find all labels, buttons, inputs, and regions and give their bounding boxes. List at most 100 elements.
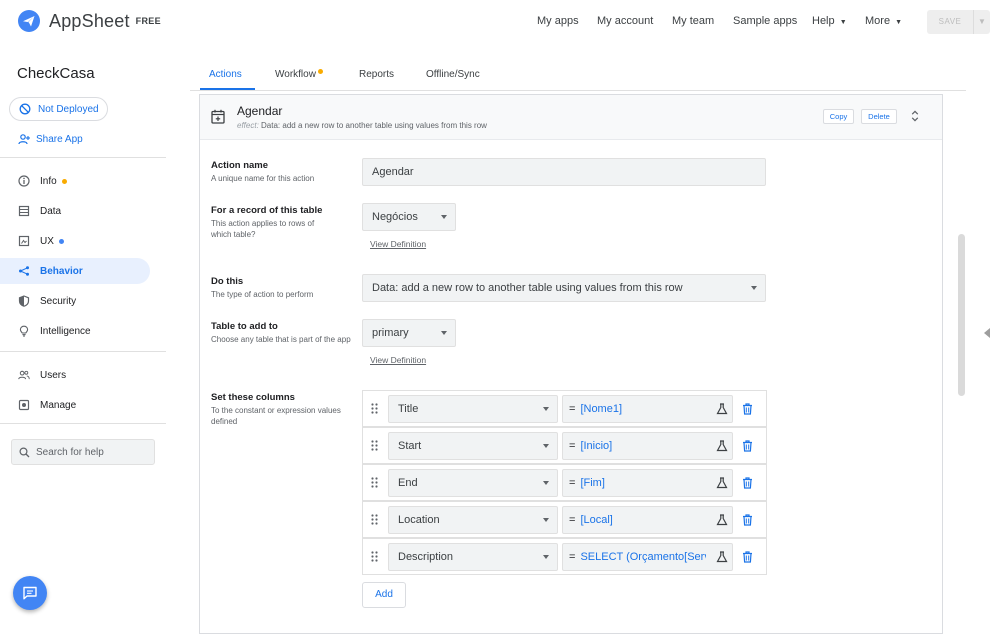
drag-handle-icon[interactable] <box>371 551 378 562</box>
collapse-toggle-icon[interactable] <box>911 110 919 122</box>
trash-icon[interactable] <box>742 477 753 489</box>
flask-icon[interactable] <box>716 514 728 526</box>
save-dropdown-chevron-icon[interactable]: ▼ <box>973 10 990 34</box>
sidebar-item-users[interactable]: Users <box>0 362 150 388</box>
do-this-select[interactable]: Data: add a new row to another table usi… <box>362 274 766 302</box>
tab-offline-sync[interactable]: Offline/Sync <box>426 69 480 80</box>
drag-handle-icon[interactable] <box>371 440 378 451</box>
sidebar-item-info[interactable]: Info <box>0 168 150 194</box>
action-header[interactable]: Agendar effect: Data: add a new row to a… <box>200 95 942 140</box>
record-table-sub: This action applies to rows of which tab… <box>211 219 315 239</box>
expression-input[interactable]: = [Local] <box>562 506 733 534</box>
drag-handle-icon[interactable] <box>371 514 378 525</box>
tab-workflow-label: Workflow <box>275 69 316 80</box>
deploy-status-button[interactable]: Not Deployed <box>9 97 108 121</box>
do-this-label: Do this <box>211 276 244 287</box>
deploy-status-label: Not Deployed <box>38 103 99 115</box>
drag-handle-icon[interactable] <box>371 403 378 414</box>
chevron-down-icon <box>543 518 549 522</box>
sidebar-item-data[interactable]: Data <box>0 198 150 224</box>
flask-icon[interactable] <box>716 403 728 415</box>
column-name: Location <box>398 514 440 526</box>
nav-my-team[interactable]: My team <box>672 15 714 27</box>
action-editor-card: Agendar effect: Data: add a new row to a… <box>199 94 943 634</box>
chevron-down-icon <box>543 481 549 485</box>
chevron-down-icon <box>543 407 549 411</box>
record-table-value: Negócios <box>372 211 418 223</box>
record-table-select[interactable]: Negócios <box>362 203 456 231</box>
sidebar-item-ux[interactable]: UX <box>0 228 150 254</box>
equals-sign: = <box>569 551 576 563</box>
users-icon <box>18 369 30 381</box>
trash-icon[interactable] <box>742 440 753 452</box>
sidebar-item-behavior[interactable]: Behavior <box>0 258 150 284</box>
sidebar-item-intelligence[interactable]: Intelligence <box>0 318 150 344</box>
nav-more[interactable]: More ▼ <box>865 15 902 27</box>
sidebar-item-manage[interactable]: Manage <box>0 392 150 418</box>
effect-text: Data: add a new row to another table usi… <box>261 121 487 130</box>
trash-icon[interactable] <box>742 514 753 526</box>
search-placeholder: Search for help <box>36 446 104 458</box>
do-this-sub: The type of action to perform <box>211 290 314 299</box>
view-definition-link[interactable]: View Definition <box>370 239 426 249</box>
share-app-link[interactable]: Share App <box>18 133 83 145</box>
action-name-sub: A unique name for this action <box>211 174 315 183</box>
panel-expand-caret-icon[interactable] <box>984 328 990 338</box>
info-icon <box>18 175 30 187</box>
tab-reports[interactable]: Reports <box>359 69 394 80</box>
sidebar-item-label: Intelligence <box>40 325 91 337</box>
copy-button[interactable]: Copy <box>823 109 854 124</box>
column-select[interactable]: End <box>388 469 558 497</box>
chat-icon <box>23 586 37 600</box>
trash-icon[interactable] <box>742 403 753 415</box>
expression-input[interactable]: = SELECT (Orçamento[Servm <box>562 543 733 571</box>
column-select[interactable]: Location <box>388 506 558 534</box>
sidebar-item-label: Users <box>40 369 67 381</box>
drag-handle-icon[interactable] <box>371 477 378 488</box>
column-select[interactable]: Title <box>388 395 558 423</box>
flask-icon[interactable] <box>716 477 728 489</box>
chevron-down-icon <box>543 555 549 559</box>
sidebar-item-security[interactable]: Security <box>0 288 150 314</box>
data-icon <box>18 205 30 217</box>
search-icon <box>19 446 30 457</box>
column-select[interactable]: Description <box>388 543 558 571</box>
chat-button[interactable] <box>13 576 47 610</box>
flask-icon[interactable] <box>716 551 728 563</box>
status-dot <box>58 238 64 244</box>
brand-logo[interactable]: AppSheet FREE <box>17 9 161 33</box>
effect-label: effect: <box>237 121 259 130</box>
action-effect: effect: Data: add a new row to another t… <box>237 121 487 130</box>
nav-sample-apps[interactable]: Sample apps <box>733 15 797 27</box>
add-column-button[interactable]: Add <box>362 582 406 608</box>
column-name: Description <box>398 551 454 563</box>
expression-input[interactable]: = [Nome1] <box>562 395 733 423</box>
view-definition-link[interactable]: View Definition <box>370 355 426 365</box>
action-name-label: Action name <box>211 160 269 171</box>
column-assignment-row: Description = SELECT (Orçamento[Servm <box>362 538 767 575</box>
chevron-down-icon <box>441 215 447 219</box>
action-title: Agendar <box>237 104 283 118</box>
shield-icon <box>18 295 30 307</box>
search-help-input[interactable]: Search for help <box>11 439 155 465</box>
expression-input[interactable]: = [Inicio] <box>562 432 733 460</box>
column-name: End <box>398 477 418 489</box>
table-to-add-select[interactable]: primary <box>362 319 456 347</box>
save-button[interactable]: SAVE <box>927 10 973 34</box>
column-select[interactable]: Start <box>388 432 558 460</box>
status-dot <box>317 69 323 74</box>
nav-my-apps[interactable]: My apps <box>537 15 579 27</box>
equals-sign: = <box>569 477 576 489</box>
nav-my-account[interactable]: My account <box>597 15 653 27</box>
column-assignment-row: Location = [Local] <box>362 501 767 538</box>
nav-help[interactable]: Help ▼ <box>812 15 847 27</box>
expression-input[interactable]: = [Fim] <box>562 469 733 497</box>
scrollbar[interactable] <box>958 234 965 396</box>
delete-button[interactable]: Delete <box>861 109 897 124</box>
tab-actions[interactable]: Actions <box>209 69 242 80</box>
tab-workflow[interactable]: Workflow <box>275 69 323 80</box>
trash-icon[interactable] <box>742 551 753 563</box>
behavior-icon <box>18 265 30 277</box>
action-name-input[interactable]: Agendar <box>362 158 766 186</box>
flask-icon[interactable] <box>716 440 728 452</box>
